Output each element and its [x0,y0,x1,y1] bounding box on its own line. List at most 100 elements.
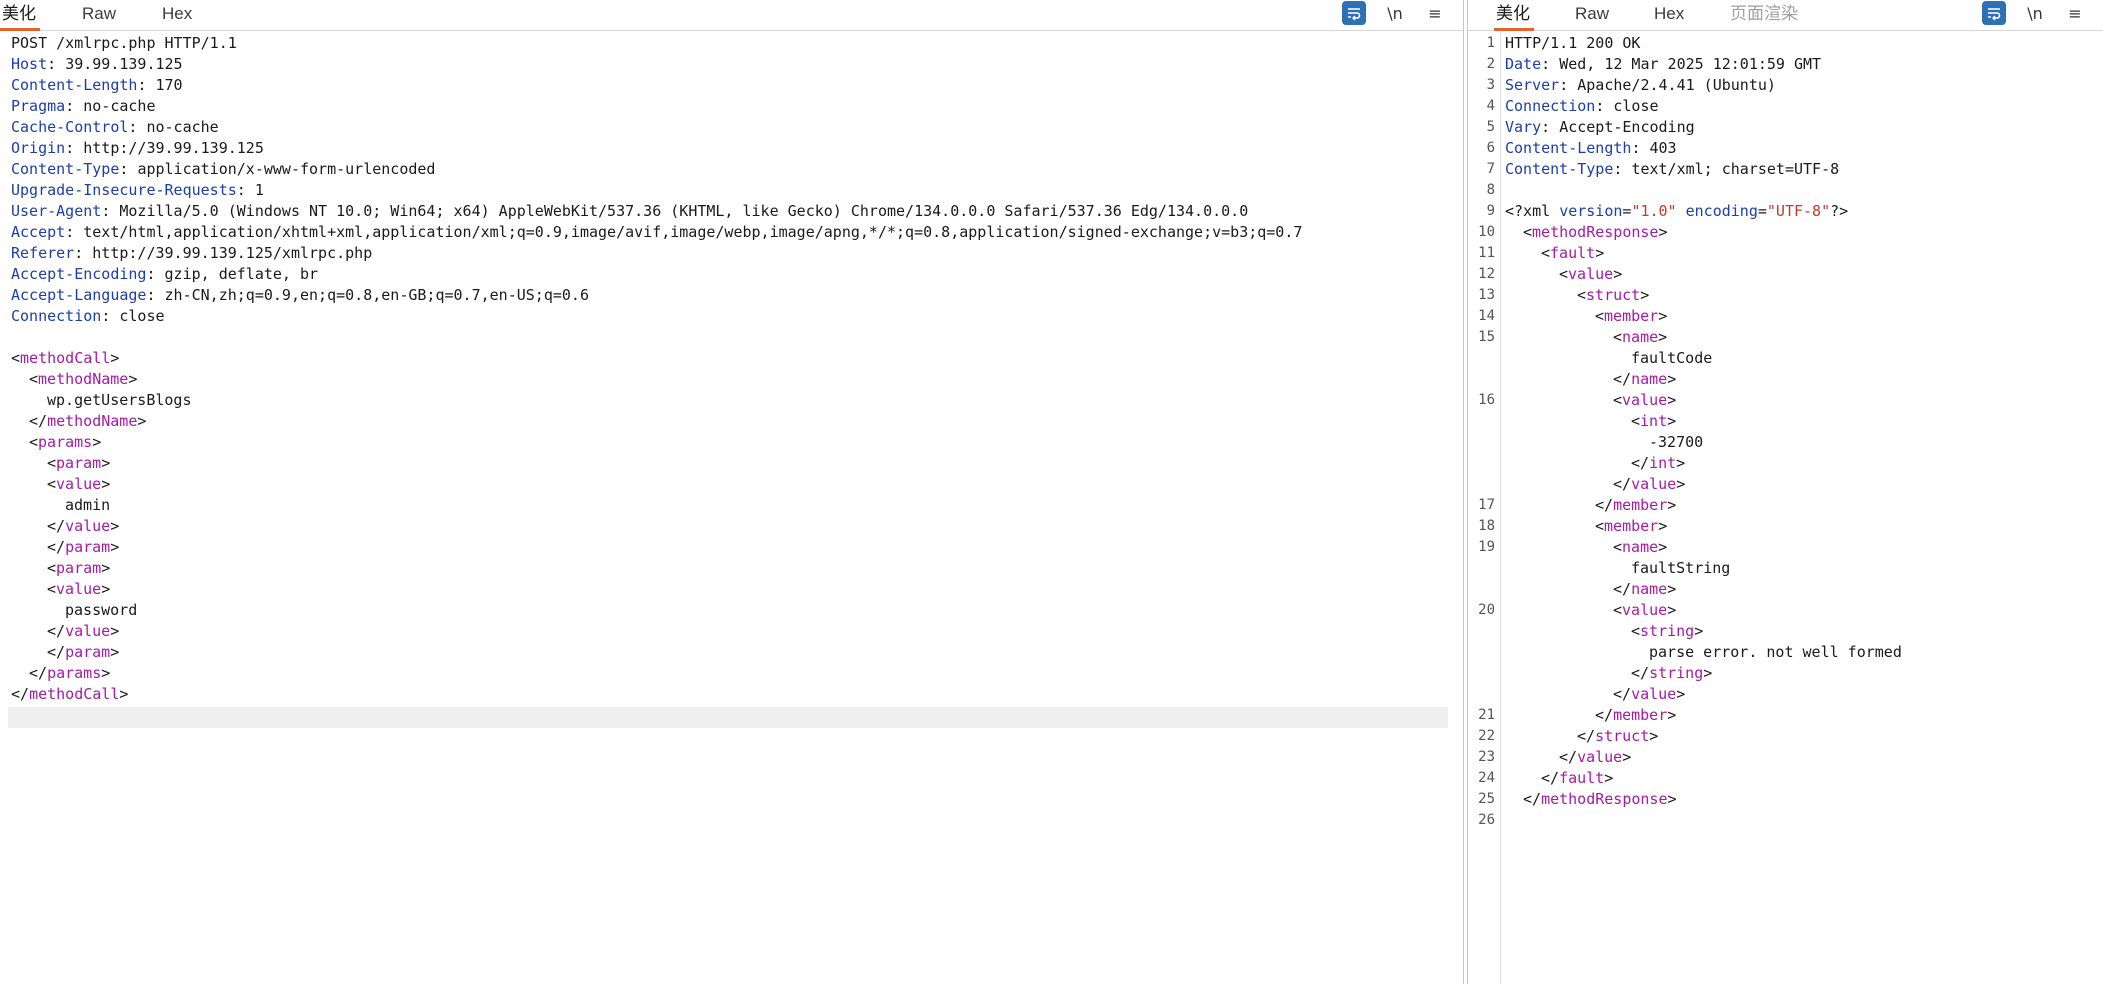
line-number: 7 [1486,161,1495,177]
xml-bracket: </ [29,664,48,682]
response-body-line: <member> [1595,306,1667,327]
response-body-line: faultCode [1631,348,1712,369]
response-menu-icon[interactable]: ≡ [2063,1,2087,25]
xml-bracket: < [47,475,57,493]
request-body-line: </param> [47,642,119,663]
response-body-line: </member> [1595,705,1676,726]
header-value: close [119,307,165,325]
xml-tag-name: value [1622,391,1668,409]
header-value: 170 [155,76,183,94]
header-key: Connection [1505,97,1596,115]
xml-bracket: < [1523,223,1533,241]
xml-bracket: </ [1523,790,1542,808]
request-menu-icon[interactable]: ≡ [1423,1,1447,25]
xml-attr-value: "UTF-8" [1766,202,1831,220]
response-body-line: parse error. not well formed [1649,642,1902,663]
header-key: Connection [11,307,102,325]
response-tab-render[interactable]: 页面渲染 [1728,0,1800,31]
header-sep: : [119,160,138,178]
xml-bracket: </ [29,412,48,430]
request-body-line: </methodCall> [11,684,128,705]
status-line-text: HTTP/1.1 200 OK [1505,34,1641,52]
response-body-line: <member> [1595,516,1667,537]
response-tab-pretty[interactable]: 美化 [1494,0,1534,31]
header-sep: : [65,223,84,241]
header-value: no-cache [83,97,156,115]
xml-space [1677,202,1686,220]
xml-tag-name: param [56,559,102,577]
response-tab-raw[interactable]: Raw [1573,0,1611,31]
line-number: 8 [1486,182,1495,198]
line-number: 23 [1478,749,1495,765]
xml-tag-name: fault [1559,769,1605,787]
xml-bracket: </ [1559,748,1578,766]
header-value: 403 [1649,139,1677,157]
xml-tag-name: methodCall [20,349,111,367]
header-key: Content-Length [11,76,138,94]
xml-bracket: > [1667,706,1677,724]
response-body-line: <methodResponse> [1523,222,1668,243]
header-sep: : [146,286,165,304]
request-tab-hex[interactable]: Hex [160,0,194,31]
response-header-line: Connection: close [1505,96,1659,117]
response-header-line: Content-Length: 403 [1505,138,1677,159]
xml-text: password [65,601,138,619]
xml-bracket: </ [1577,727,1596,745]
line-number: 24 [1478,770,1495,786]
xml-bracket: > [110,622,120,640]
line-number: 2 [1486,56,1495,72]
header-value: text/html,application/xhtml+xml,applicat… [83,223,1303,241]
xml-bracket: > [1613,265,1623,283]
response-newline-button[interactable]: \n [2023,1,2047,25]
xml-bracket: < [11,349,21,367]
xml-tag-name: string [1649,664,1704,682]
response-tab-bar: 美化 Raw Hex 页面渲染 \n ≡ [1468,0,2103,31]
xml-attr-name: encoding [1685,202,1758,220]
xml-tag-name: string [1640,622,1695,640]
xml-declaration: <?xml version="1.0" encoding="UTF-8"?> [1505,201,1848,222]
xml-tag-name: name [1622,328,1659,346]
wrap-icon [1348,8,1361,21]
header-key: Content-Type [1505,160,1614,178]
response-body-line: faultString [1631,558,1730,579]
xml-bracket: </ [47,622,66,640]
response-wrap-button[interactable] [1982,1,2006,25]
request-body-line: </value> [47,516,119,537]
xml-bracket: < [1595,307,1605,325]
xml-text: faultString [1631,559,1731,577]
xml-bracket: > [110,643,120,661]
xml-bracket: > [110,349,120,367]
response-tab-hex[interactable]: Hex [1652,0,1686,31]
xml-bracket: > [1658,307,1668,325]
line-number: 5 [1486,119,1495,135]
line-number: 15 [1478,329,1495,345]
request-tab-pretty[interactable]: 美化 [0,0,40,31]
xml-tag-name: name [1631,370,1668,388]
xml-tag-name: param [65,538,111,556]
header-key: Content-Type [11,160,120,178]
line-number: 16 [1478,392,1495,408]
xml-bracket: > [1658,517,1668,535]
request-newline-button[interactable]: \n [1383,1,1407,25]
header-value: text/xml; charset=UTF-8 [1631,160,1840,178]
line-number: 1 [1486,35,1495,51]
xml-bracket: > [1667,391,1677,409]
xml-bracket: > [119,685,129,703]
request-editor[interactable]: POST /xmlrpc.php HTTP/1.1 Host: 39.99.139… [0,32,1463,984]
request-body-line: </value> [47,621,119,642]
xml-bracket: > [1595,244,1605,262]
header-sep: : [74,244,93,262]
xml-bracket: > [1667,580,1677,598]
xml-bracket: > [110,538,120,556]
line-number: 11 [1478,245,1495,261]
line-number: 19 [1478,539,1495,555]
xml-bracket: > [1667,412,1677,430]
request-wrap-button[interactable] [1342,1,1366,25]
header-key: Content-Length [1505,139,1632,157]
request-header-line: Pragma: no-cache [11,96,156,117]
request-body-line: <value> [47,579,110,600]
header-sep: : [146,265,165,283]
request-tab-raw[interactable]: Raw [80,0,118,31]
xml-tag-name: value [1631,685,1677,703]
response-editor[interactable]: 1 2 3 4 5 6 7 8 9 10 11 12 13 14 15 16 17 18 19 20 21 22 23 24 2… [1468,32,2103,984]
